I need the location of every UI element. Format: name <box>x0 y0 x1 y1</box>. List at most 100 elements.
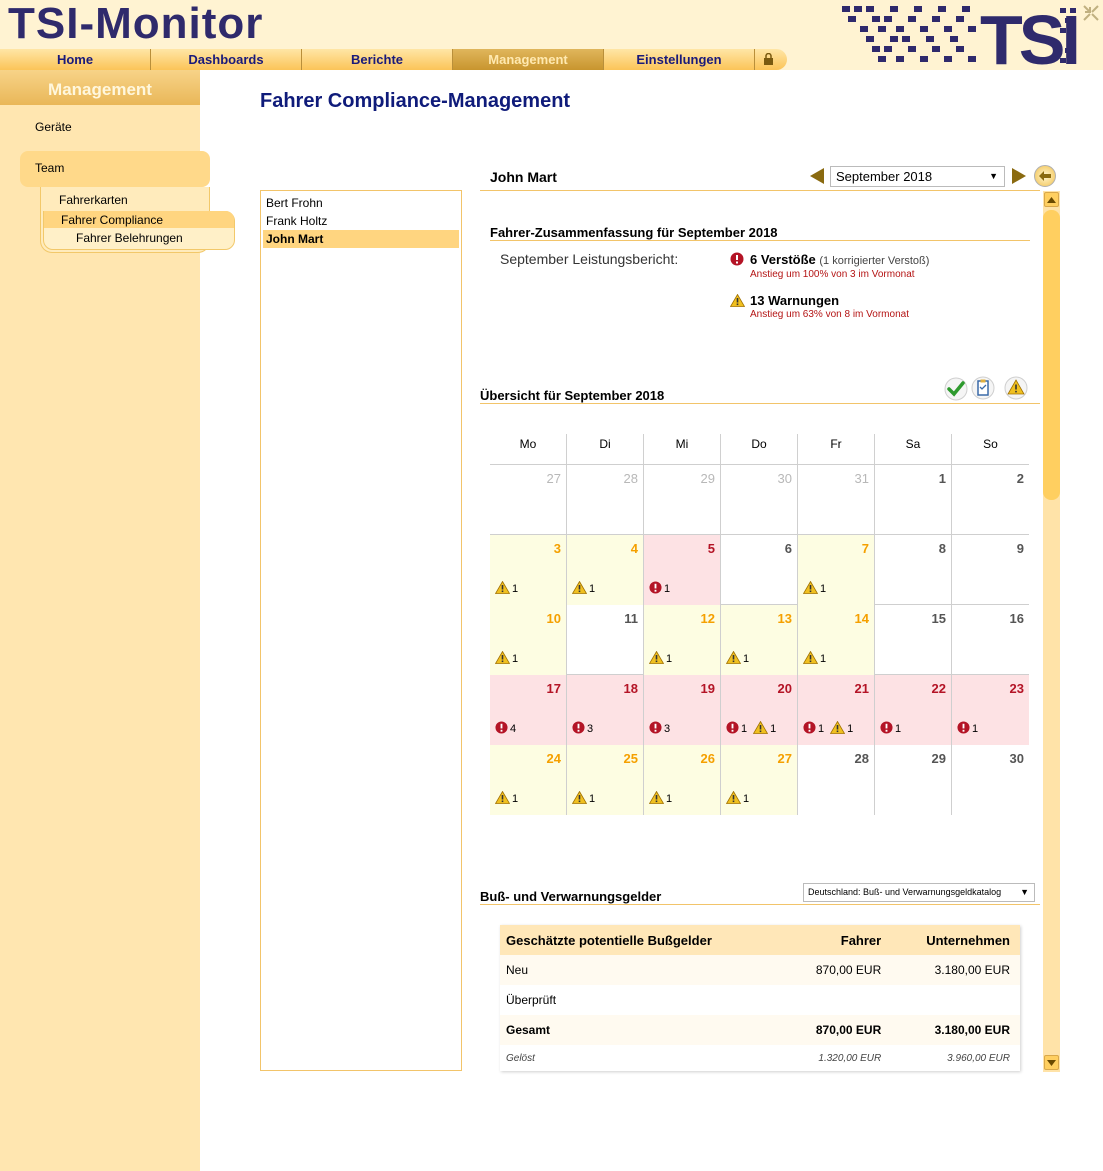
next-month-arrow-icon[interactable] <box>1012 168 1026 184</box>
driver-list[interactable]: Bert Frohn Frank Holtz John Mart <box>260 190 462 1071</box>
scrollbar-thumb[interactable] <box>1043 210 1060 500</box>
clipboard-icon[interactable] <box>971 376 995 405</box>
row-label: Überprüft <box>506 993 557 1007</box>
fines-catalog-select[interactable]: Deutschland: Buß- und Verwarnungsgeldkat… <box>803 883 1035 902</box>
calendar-day-cell[interactable]: 71 <box>798 535 875 605</box>
calendar-day-cell[interactable]: 17 4 <box>490 675 567 745</box>
calendar-day-cell[interactable]: 8 <box>875 535 952 605</box>
calendar-day-cell[interactable]: 11 <box>567 605 644 675</box>
nav-dashboards[interactable]: Dashboards <box>151 49 302 70</box>
calendar-day-number: 3 <box>553 541 561 556</box>
calendar-day-cell[interactable]: 23 1 <box>952 675 1029 745</box>
scroll-down-button[interactable] <box>1044 1055 1059 1070</box>
calendar: Mo Di Mi Do Fr Sa So 27 28 29 30 31 1 2 3 1 4 1 5 1 6 7 1 8 9 10… <box>490 434 1029 815</box>
violation-count: 1 <box>895 723 902 735</box>
calendar-day-cell[interactable]: 14 1 <box>798 605 875 675</box>
calendar-day-cell[interactable]: 30 <box>721 465 798 535</box>
day-badges: 1 <box>494 580 518 597</box>
back-button[interactable] <box>1034 165 1056 187</box>
violation-badge: 1 <box>957 721 978 737</box>
calendar-day-cell[interactable]: 29 <box>644 465 721 535</box>
warning-badge: 1 <box>648 650 672 667</box>
table-row: Gelöst 1.320,00 EUR 3.960,00 EUR <box>500 1045 1020 1071</box>
lock-icon[interactable] <box>755 49 787 70</box>
calendar-day-number: 9 <box>1016 541 1024 556</box>
calendar-day-cell[interactable]: 26 1 <box>644 745 721 815</box>
calendar-week-row: 10 1 11 12 1 13 1 14 1 15 16 <box>490 604 1029 675</box>
warning-filter-icon[interactable] <box>1004 376 1028 405</box>
calendar-day-number: 21 <box>854 681 869 696</box>
violations-trend: Anstieg um 100% von 3 im Vormonat <box>750 269 915 280</box>
calendar-day-cell[interactable]: 25 1 <box>567 745 644 815</box>
month-select[interactable]: September 2018 ▼ <box>830 166 1005 187</box>
violation-icon <box>957 721 970 737</box>
violation-badge: 3 <box>649 721 670 737</box>
calendar-day-number: 28 <box>623 471 638 486</box>
warning-icon <box>571 790 588 807</box>
nav-management[interactable]: Management <box>453 49 604 70</box>
nav-einstellungen[interactable]: Einstellungen <box>604 49 755 70</box>
calendar-week-row: 31415167189 <box>490 534 1029 605</box>
calendar-day-cell[interactable]: 51 <box>644 535 721 605</box>
calendar-day-number: 19 <box>700 681 715 696</box>
driver-amount: 870,00 EUR <box>786 955 892 985</box>
performance-label: September Leistungsbericht: <box>500 251 679 267</box>
calendar-day-cell[interactable]: 21 1 1 <box>798 675 875 745</box>
weekday-label: Mo <box>490 434 567 464</box>
calendar-day-cell[interactable]: 15 <box>875 605 952 675</box>
calendar-day-cell[interactable]: 31 <box>798 465 875 535</box>
calendar-day-cell[interactable]: 28 <box>567 465 644 535</box>
violation-badge: 1 <box>880 721 901 737</box>
calendar-day-cell[interactable]: 24 1 <box>490 745 567 815</box>
violation-icon <box>649 721 662 737</box>
company-amount: 3.180,00 EUR <box>891 1015 1020 1045</box>
prev-month-arrow-icon[interactable] <box>810 168 824 184</box>
calendar-day-cell[interactable]: 27 1 <box>721 745 798 815</box>
calendar-day-cell[interactable]: 28 <box>798 745 875 815</box>
calendar-day-cell[interactable]: 19 3 <box>644 675 721 745</box>
calendar-day-cell[interactable]: 41 <box>567 535 644 605</box>
selected-driver-name: John Mart <box>490 169 557 185</box>
warning-badge: 1 <box>571 790 595 807</box>
calendar-day-cell[interactable]: 22 1 <box>875 675 952 745</box>
driver-item[interactable]: Frank Holtz <box>263 212 459 230</box>
scroll-up-button[interactable] <box>1044 192 1059 207</box>
calendar-weekdays: Mo Di Mi Do Fr Sa So <box>490 434 1029 464</box>
weekday-label: So <box>983 437 998 451</box>
nav-berichte[interactable]: Berichte <box>302 49 453 70</box>
sidebar-item-fahrer-compliance[interactable]: Fahrer Compliance <box>61 213 163 227</box>
calendar-day-number: 22 <box>931 681 946 696</box>
calendar-day-cell[interactable]: 27 <box>490 465 567 535</box>
calendar-day-cell[interactable]: 16 <box>952 605 1029 675</box>
divider <box>480 190 1040 191</box>
calendar-day-cell[interactable]: 29 <box>875 745 952 815</box>
sidebar-item-geraete[interactable]: Geräte <box>35 120 72 134</box>
warning-icon <box>494 580 511 597</box>
calendar-day-cell[interactable]: 1 <box>875 465 952 535</box>
sidebar-item-fahrer-belehrungen[interactable]: Fahrer Belehrungen <box>76 231 183 245</box>
company-amount <box>891 985 1020 1015</box>
calendar-day-cell[interactable]: 13 1 <box>721 605 798 675</box>
sidebar-item-fahrerkarten[interactable]: Fahrerkarten <box>59 193 128 207</box>
calendar-day-cell[interactable]: 10 1 <box>490 605 567 675</box>
calendar-day-number: 4 <box>630 541 638 556</box>
calendar-day-cell[interactable]: 18 3 <box>567 675 644 745</box>
calendar-day-cell[interactable]: 6 <box>721 535 798 605</box>
driver-item-selected[interactable]: John Mart <box>263 230 459 248</box>
warning-badge: 1 <box>494 790 518 807</box>
calendar-day-cell[interactable]: 31 <box>490 535 567 605</box>
calendar-day-cell[interactable]: 20 1 1 <box>721 675 798 745</box>
calendar-day-cell[interactable]: 2 <box>952 465 1029 535</box>
calendar-day-cell[interactable]: 12 1 <box>644 605 721 675</box>
calendar-day-number: 10 <box>546 611 561 626</box>
calendar-day-cell[interactable]: 30 <box>952 745 1029 815</box>
driver-item[interactable]: Bert Frohn <box>263 194 459 212</box>
violation-badge: 1 <box>726 721 747 737</box>
calendar-day-cell[interactable]: 9 <box>952 535 1029 605</box>
sidebar-item-team[interactable]: Team <box>35 161 64 175</box>
checkmark-icon[interactable] <box>944 377 968 406</box>
nav-home[interactable]: Home <box>0 49 151 70</box>
warning-icon <box>648 650 665 667</box>
violation-count: 1 <box>818 723 825 735</box>
chevron-down-icon: ▼ <box>1017 884 1029 901</box>
